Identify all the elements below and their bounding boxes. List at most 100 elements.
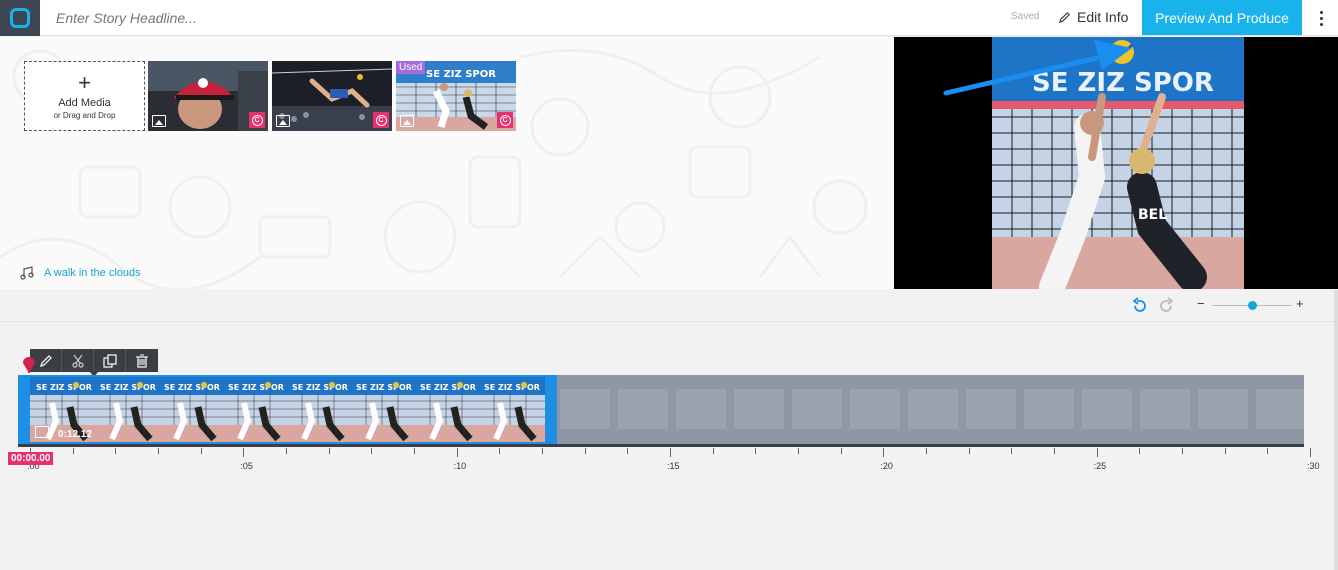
playhead-time: 00:00.00: [8, 452, 54, 465]
saved-status: Saved: [1011, 11, 1040, 22]
timeline-scrub-bar[interactable]: [18, 444, 1304, 447]
clip-frame: SE ZIZ SPOR: [414, 377, 478, 442]
vertical-scrollbar[interactable]: [1334, 290, 1338, 570]
ruler-tick: [670, 448, 671, 457]
clip-duration: 0:12.12: [58, 429, 92, 440]
media-library: + Add Media or Drag and Drop C C SE ZIZ …: [0, 37, 894, 289]
timeline-clip[interactable]: SE ZIZ SPOR SE ZIZ SPOR SE ZIZ SPOR SE ZIZ …: [18, 375, 557, 444]
clip-frame: SE ZIZ SPOR: [542, 377, 545, 442]
music-track[interactable]: A walk in the clouds: [20, 266, 141, 280]
track-placeholder-cell: [1140, 389, 1190, 429]
duplicate-icon: [102, 353, 117, 368]
split-clip-button[interactable]: [62, 349, 94, 372]
preview-and-produce-button[interactable]: Preview And Produce: [1142, 0, 1302, 35]
video-preview[interactable]: SE ZIZ SPOR BEL: [894, 37, 1338, 289]
ruler-tick: [1054, 448, 1055, 454]
add-media-label: Add Media: [58, 96, 111, 109]
ruler-tick: [115, 448, 117, 454]
ruler-label: :20: [880, 461, 893, 471]
clip-frame: SE ZIZ SPOR: [94, 377, 158, 442]
svg-text:SE ZIZ SPOR: SE ZIZ SPOR: [292, 383, 348, 392]
ruler-tick: [158, 448, 159, 454]
clip-frame: SE ZIZ SPOR: [286, 377, 350, 442]
track-placeholder-cell: [850, 389, 900, 429]
playhead-marker[interactable]: [22, 355, 36, 373]
pencil-icon: [1058, 11, 1070, 23]
svg-text:BEL: BEL: [1138, 207, 1167, 223]
clip-frame: SE ZIZ SPOR: [222, 377, 286, 442]
ruler-tick: [584, 448, 586, 454]
redo-icon[interactable]: [1157, 297, 1175, 315]
ruler-tick: [243, 448, 245, 457]
track-placeholder-cell: [966, 389, 1016, 429]
add-icon: +: [78, 69, 91, 95]
clip-frame: SE ZIZ SPOR: [478, 377, 542, 442]
track-placeholder-cell: [560, 389, 610, 429]
ruler-tick: [200, 448, 202, 454]
clip-filmstrip: SE ZIZ SPOR SE ZIZ SPOR SE ZIZ SPOR SE ZIZ …: [30, 377, 545, 442]
svg-text:SE ZIZ SPOR: SE ZIZ SPOR: [164, 383, 220, 392]
clip-toolbar: [30, 349, 158, 377]
svg-text:SE ZIZ SPOR: SE ZIZ SPOR: [228, 383, 284, 392]
zoom-slider-handle[interactable]: [1247, 301, 1257, 310]
music-note-icon: [20, 266, 34, 280]
edit-info-button[interactable]: Edit Info: [1058, 0, 1128, 34]
ruler-label: :05: [240, 461, 253, 471]
add-media-hint: or Drag and Drop: [53, 110, 116, 120]
zoom-in-button[interactable]: +: [1296, 296, 1304, 311]
timeline-ruler[interactable]: :00:05:10:15:20:25:30: [18, 448, 1320, 478]
ruler-tick: [371, 448, 373, 454]
copyright-icon: C: [497, 112, 513, 128]
image-type-icon: [35, 426, 49, 438]
ruler-label: :25: [1093, 461, 1107, 471]
duplicate-clip-button[interactable]: [94, 349, 126, 372]
svg-text:SE ZIZ SPOR: SE ZIZ SPOR: [100, 383, 156, 392]
ruler-tick: [926, 448, 927, 454]
media-thumbnail[interactable]: C: [148, 61, 268, 131]
ruler-tick: [414, 448, 415, 454]
track-placeholder-cell: [1256, 389, 1304, 429]
track-placeholder-cell: [908, 389, 958, 429]
svg-text:SE ZIZ SPOR: SE ZIZ SPOR: [36, 383, 92, 392]
undo-icon[interactable]: [1131, 297, 1149, 315]
copyright-icon: C: [249, 112, 265, 128]
copyright-icon: C: [373, 112, 389, 128]
svg-text:SE ZIZ SPOR: SE ZIZ SPOR: [356, 383, 412, 392]
ruler-tick: [542, 448, 543, 454]
track-placeholder-cell: [734, 389, 784, 429]
story-headline-input[interactable]: [56, 8, 556, 28]
image-type-icon: [400, 115, 414, 127]
zoom-out-button[interactable]: −: [1197, 296, 1205, 311]
used-badge: Used: [396, 61, 426, 74]
track-placeholder-cell: [1024, 389, 1074, 429]
svg-text:SE ZIZ SPOR: SE ZIZ SPOR: [484, 383, 540, 392]
ruler-tick: [627, 448, 629, 454]
top-bar: Saved Edit Info Preview And Produce: [0, 0, 1338, 36]
media-thumbnail[interactable]: C: [272, 61, 392, 131]
ruler-tick: [968, 448, 970, 454]
more-options-icon[interactable]: [1313, 6, 1329, 30]
music-track-name[interactable]: A walk in the clouds: [44, 267, 141, 279]
app-logo[interactable]: [0, 0, 40, 36]
timeline-controls: − +: [0, 290, 1338, 322]
logo-icon: [10, 8, 30, 28]
ruler-tick: [72, 448, 74, 454]
trash-icon: [136, 353, 148, 368]
ruler-label: :30: [1307, 461, 1320, 471]
ruler-tick: [712, 448, 714, 454]
ruler-tick: [328, 448, 330, 454]
ruler-tick: [456, 448, 458, 457]
ruler-tick: [883, 448, 885, 457]
track-placeholder-cell: [676, 389, 726, 429]
ruler-tick: [1224, 448, 1226, 454]
empty-track-filmstrip: [556, 375, 1304, 444]
delete-clip-button[interactable]: [126, 349, 158, 372]
ruler-tick: [798, 448, 799, 454]
ruler-tick: [1011, 448, 1013, 454]
track-placeholder-cell: [1198, 389, 1248, 429]
clip-frame: SE ZIZ SPOR: [158, 377, 222, 442]
ruler-label: :15: [667, 461, 680, 471]
media-thumbnail-used[interactable]: SE ZIZ SPOR Used C: [396, 61, 516, 131]
add-media-button[interactable]: + Add Media or Drag and Drop: [24, 61, 145, 131]
scissors-icon: [71, 354, 84, 368]
